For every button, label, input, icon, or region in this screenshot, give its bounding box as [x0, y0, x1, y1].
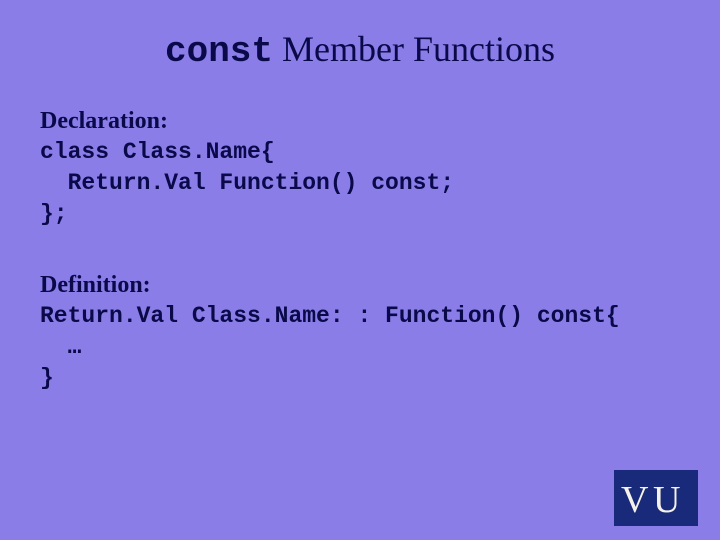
definition-block: Definition: Return.Val Class.Name: : Fun… — [40, 272, 680, 394]
declaration-label: Declaration: — [40, 108, 680, 135]
slide-title: const Member Functions — [40, 28, 680, 72]
declaration-block: Declaration: class Class.Name{ Return.Va… — [40, 108, 680, 230]
svg-text:V: V — [621, 479, 649, 520]
definition-label: Definition: — [40, 272, 680, 299]
slide: const Member Functions Declaration: clas… — [0, 0, 720, 540]
title-rest: Member Functions — [273, 29, 555, 69]
vu-logo-icon: V U — [619, 476, 693, 520]
svg-text:U: U — [653, 479, 680, 520]
vu-logo: V U — [614, 470, 698, 526]
title-keyword: const — [165, 31, 273, 72]
declaration-code: class Class.Name{ Return.Val Function() … — [40, 137, 680, 230]
definition-code: Return.Val Class.Name: : Function() cons… — [40, 301, 680, 394]
